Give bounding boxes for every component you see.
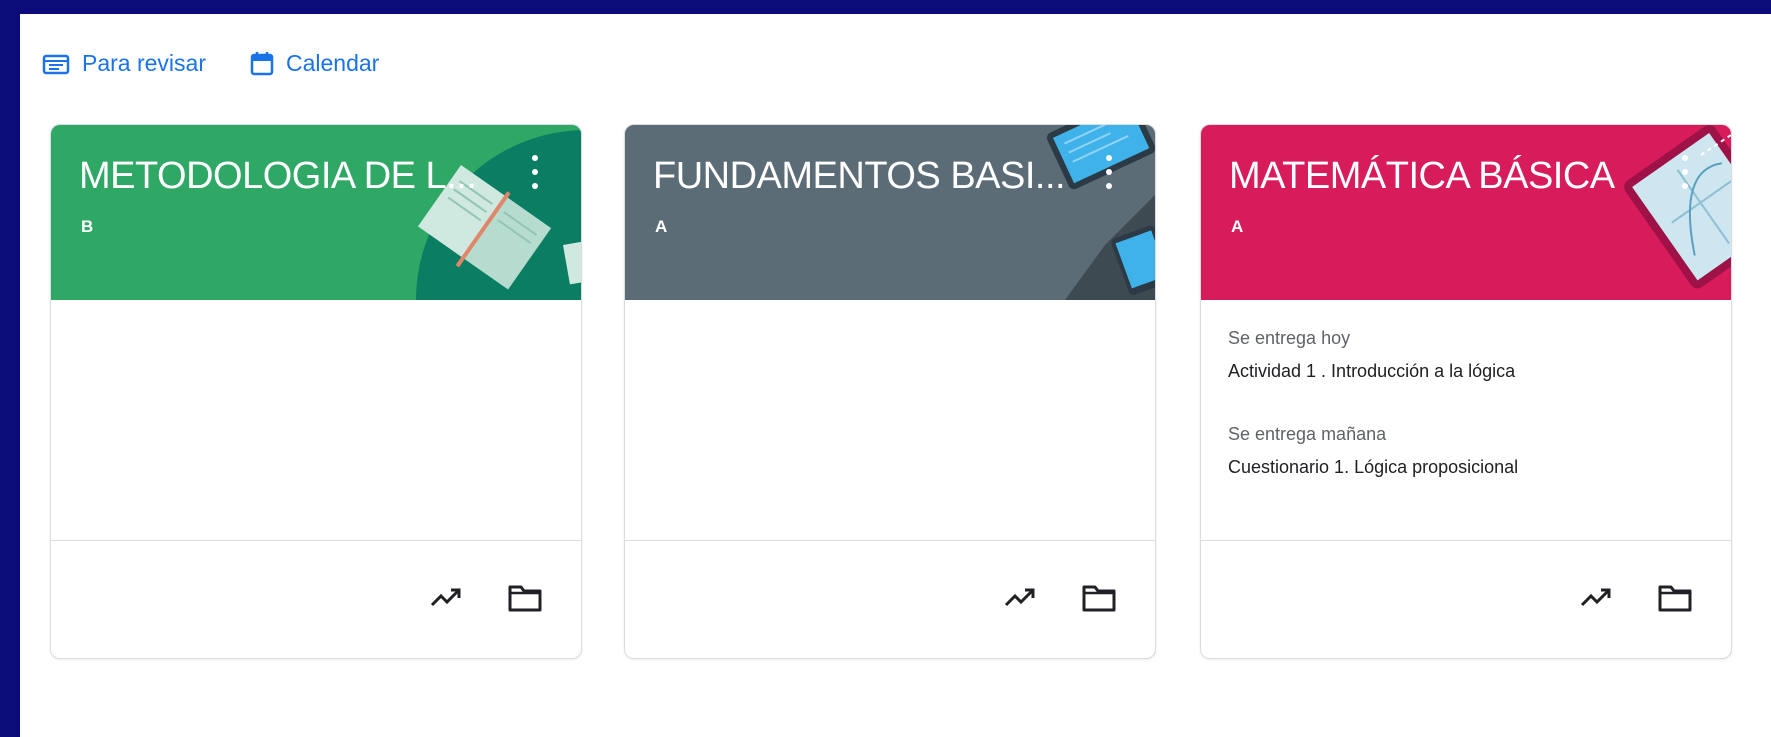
class-card-title[interactable]: MATEMÁTICA BÁSICA [1229, 155, 1615, 198]
tablet-illustration-icon [1046, 125, 1155, 300]
class-card-banner: METODOLOGIA DE L... B [51, 125, 581, 300]
to-review-label: Para revisar [82, 50, 206, 76]
trending-up-icon[interactable] [1579, 581, 1615, 615]
class-card-title[interactable]: METODOLOGIA DE L... [79, 155, 477, 198]
class-card-body [51, 300, 581, 541]
class-card-section: A [655, 217, 668, 236]
class-card-section: B [81, 217, 94, 236]
due-when: Se entrega mañana [1228, 424, 1387, 444]
calendar-icon [250, 51, 274, 75]
class-card-body [625, 300, 1155, 541]
class-card-footer [625, 541, 1155, 657]
class-card-banner: FUNDAMENTOS BASI... A [625, 125, 1155, 300]
due-item: Se entrega mañana Cuestionario 1. Lógica… [1228, 424, 1518, 478]
class-card-footer [1201, 541, 1731, 657]
due-when: Se entrega hoy [1228, 328, 1351, 348]
geometry-illustration-icon [1624, 125, 1731, 289]
trending-up-icon[interactable] [1003, 581, 1039, 615]
folder-icon[interactable] [1081, 581, 1117, 615]
more-options-icon[interactable] [1679, 155, 1691, 189]
class-card-section: A [1231, 217, 1244, 236]
class-card-body: Se entrega hoy Actividad 1 . Introducció… [1201, 300, 1731, 541]
trending-up-icon[interactable] [429, 581, 465, 615]
more-options-icon[interactable] [1103, 155, 1115, 189]
calendar-label: Calendar [285, 50, 380, 76]
more-options-icon[interactable] [529, 155, 541, 189]
book-illustration-icon [416, 130, 581, 300]
top-nav: Para revisar Calendar [42, 50, 379, 77]
folder-icon[interactable] [1657, 581, 1693, 615]
calendar-link[interactable]: Calendar [250, 50, 379, 77]
class-card-matematica[interactable]: MATEMÁTICA BÁSICA A Se entrega hoy Activ… [1200, 124, 1732, 659]
to-review-icon [42, 54, 70, 74]
folder-icon[interactable] [507, 581, 543, 615]
class-card-banner: MATEMÁTICA BÁSICA A [1201, 125, 1731, 300]
due-assignment-link[interactable]: Cuestionario 1. Lógica proposicional [1228, 457, 1518, 478]
class-card-metodologia[interactable]: METODOLOGIA DE L... B [50, 124, 582, 659]
to-review-link[interactable]: Para revisar [42, 50, 206, 77]
due-item: Se entrega hoy Actividad 1 . Introducció… [1228, 328, 1515, 382]
class-card-footer [51, 541, 581, 657]
class-card-fundamentos[interactable]: FUNDAMENTOS BASI... A [624, 124, 1156, 659]
class-card-title[interactable]: FUNDAMENTOS BASI... [653, 155, 1066, 198]
due-assignment-link[interactable]: Actividad 1 . Introducción a la lógica [1228, 361, 1515, 382]
